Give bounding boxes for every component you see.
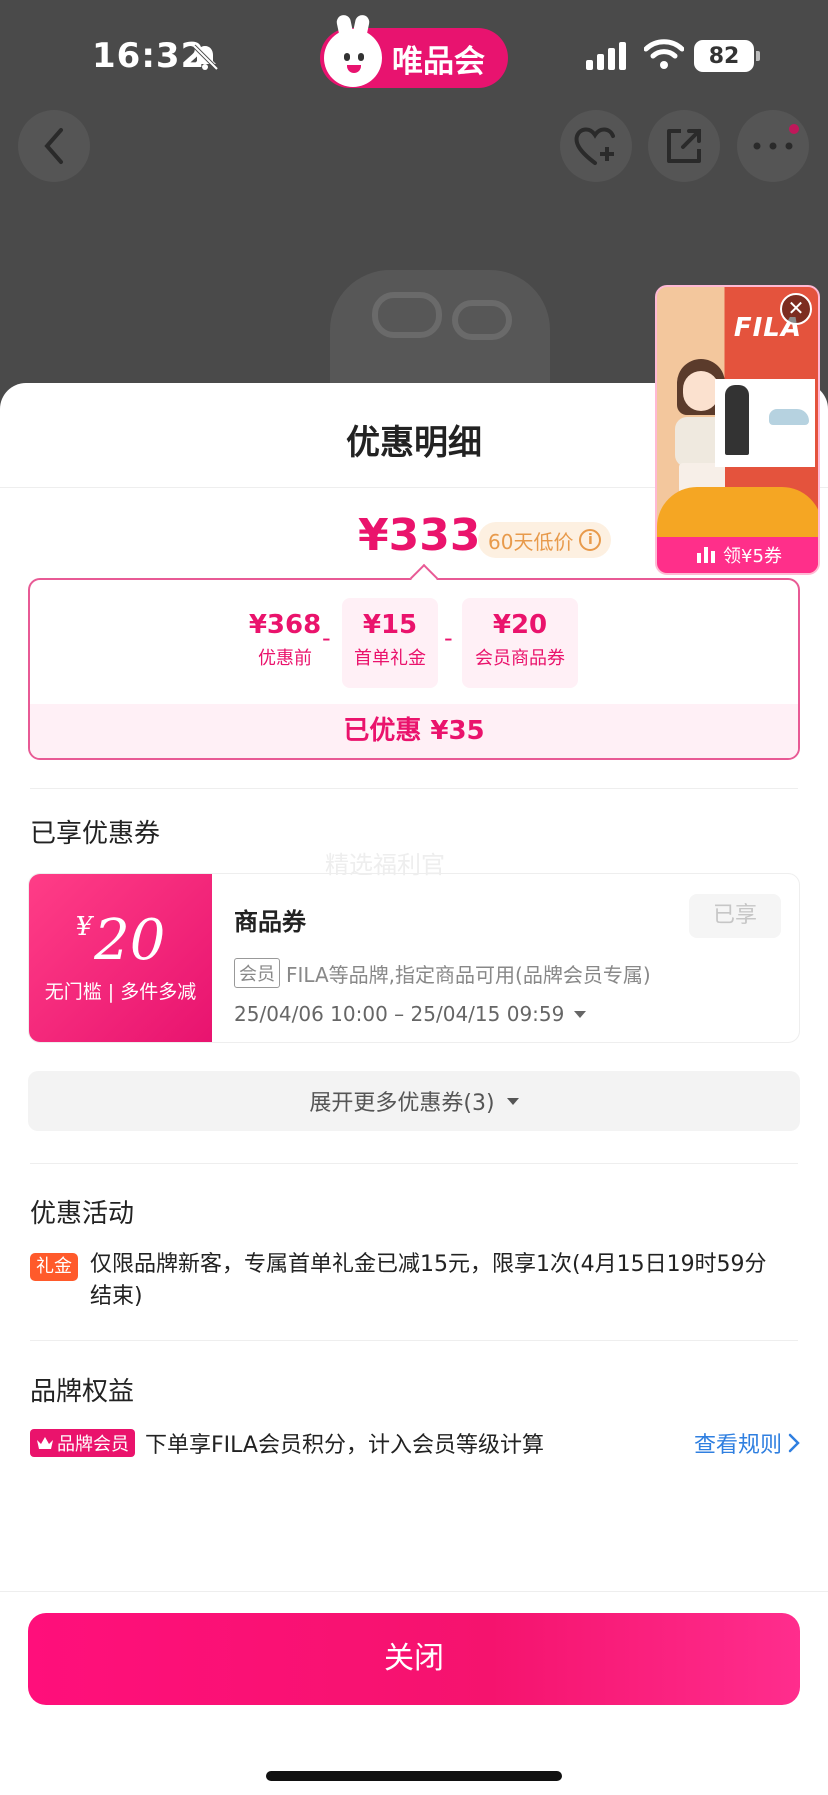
bell-muted-icon — [192, 44, 219, 71]
breakdown-label: 优惠前 — [258, 648, 312, 669]
total-discount: 已优惠 ¥35 — [30, 704, 798, 758]
coupons-section-title: 已享优惠券 — [30, 819, 161, 849]
coupon-description: 会员 FILA等品牌,指定商品可用(品牌会员专属) — [234, 958, 651, 988]
low-price-label: 60天低价 — [488, 529, 574, 554]
coupon-card[interactable]: ¥20 无门槛 | 多件多减 商品券 已享 会员 FILA等品牌,指定商品可用(… — [28, 873, 800, 1043]
crown-icon — [37, 1437, 53, 1449]
caret-down-icon — [506, 1097, 519, 1105]
divider — [30, 788, 798, 789]
caret-down-icon — [574, 1010, 587, 1018]
info-icon: i — [579, 529, 602, 551]
more-dots-icon — [753, 142, 793, 150]
bar-chart-icon — [697, 547, 716, 563]
status-time: 16:32 — [92, 36, 206, 76]
ad-product-photo — [715, 379, 815, 467]
view-rules-link[interactable]: 查看规则 — [694, 1427, 800, 1459]
more-button[interactable] — [737, 110, 809, 182]
expand-coupons-label: 展开更多优惠券(3) — [309, 1091, 495, 1116]
home-indicator — [266, 1771, 562, 1781]
brand-benefit: 品牌会员 下单享FILA会员积分，计入会员等级计算 查看规则 — [30, 1425, 800, 1461]
favorite-button[interactable] — [560, 110, 632, 182]
divider — [30, 1163, 798, 1164]
coupon-name: 商品券 — [234, 908, 306, 936]
share-button[interactable] — [648, 110, 720, 182]
expand-coupons-button[interactable]: 展开更多优惠券(3) — [28, 1071, 800, 1131]
breakdown-first-order-gift: ¥15 首单礼金 — [342, 598, 438, 688]
app-name: 唯品会 — [392, 43, 485, 80]
breakdown-amount: ¥20 — [492, 610, 548, 640]
mascot-icon — [324, 13, 382, 87]
close-button[interactable]: 关闭 — [28, 1613, 800, 1705]
divider — [30, 1340, 798, 1341]
heart-plus-icon — [574, 127, 615, 165]
member-chip: 会员 — [234, 958, 280, 988]
activities-section-title: 优惠活动 — [30, 1199, 135, 1229]
final-price: ¥333 — [358, 510, 481, 561]
floating-video-ad[interactable]: FILA ✕ 领¥5券 — [655, 285, 820, 575]
brand-member-tag: 品牌会员 — [30, 1429, 135, 1457]
share-icon — [667, 129, 701, 163]
coupon-validity-text: 25/04/06 10:00 – 25/04/15 09:59 — [234, 1002, 565, 1026]
product-image-detail — [372, 292, 442, 338]
back-button[interactable] — [18, 110, 90, 182]
ad-cta-label: 领¥5券 — [723, 546, 782, 567]
discount-detail-sheet: 优惠明细 ¥333 60天低价 i ¥368 优惠前 - ¥15 首单礼金 - … — [0, 383, 828, 1795]
promo-activity: 礼金 仅限品牌新客，专属首单礼金已减15元，限享1次(4月15日19时59分结束… — [30, 1249, 770, 1313]
brand-section-title: 品牌权益 — [30, 1377, 135, 1407]
product-image — [330, 270, 550, 390]
minus-sign: - — [322, 624, 331, 652]
divider — [0, 1591, 828, 1592]
coupon-validity[interactable]: 25/04/06 10:00 – 25/04/15 09:59 — [234, 1002, 587, 1026]
notification-dot — [789, 124, 799, 134]
low-price-tag[interactable]: 60天低价 i — [478, 522, 612, 558]
signal-icon — [586, 42, 626, 70]
coupon-scope: FILA等品牌,指定商品可用(品牌会员专属) — [286, 962, 651, 987]
ad-coupon-button[interactable]: 领¥5券 — [657, 537, 818, 573]
pointer-arrow — [409, 563, 439, 593]
brand-benefit-text: 下单享FILA会员积分，计入会员等级计算 — [145, 1433, 544, 1458]
coupon-status-button[interactable]: 已享 — [689, 894, 781, 938]
gift-tag: 礼金 — [30, 1253, 78, 1281]
battery-indicator: 82 — [694, 40, 760, 72]
view-rules-label: 查看规则 — [693, 1433, 782, 1458]
breakdown-amount: ¥15 — [362, 610, 418, 640]
brand-member-label: 品牌会员 — [57, 1434, 129, 1455]
coupon-value-panel: ¥20 无门槛 | 多件多减 — [29, 874, 218, 1042]
status-bar: 16:32 唯品会 82 — [0, 0, 828, 110]
breakdown-label: 会员商品券 — [475, 648, 565, 669]
ad-close-icon[interactable]: ✕ — [780, 293, 812, 325]
minus-sign: - — [444, 624, 453, 652]
product-image-detail — [452, 300, 512, 340]
breakdown-original: ¥368 优惠前 — [242, 598, 328, 688]
chevron-right-icon — [788, 1433, 800, 1453]
promo-text: 仅限品牌新客，专属首单礼金已减15元，限享1次(4月15日19时59分结束) — [90, 1252, 767, 1309]
coupon-condition: 无门槛 | 多件多减 — [44, 981, 197, 1003]
breakdown-member-coupon: ¥20 会员商品券 — [462, 598, 578, 688]
price-breakdown: ¥368 优惠前 - ¥15 首单礼金 - ¥20 会员商品券 已优惠 ¥35 — [28, 563, 800, 760]
coupon-amount: ¥20 — [75, 908, 166, 973]
breakdown-label: 首单礼金 — [354, 648, 426, 669]
chevron-left-icon — [44, 128, 63, 164]
breakdown-amount: ¥368 — [248, 610, 322, 640]
app-badge: 唯品会 — [320, 13, 508, 88]
wifi-icon — [644, 39, 684, 69]
